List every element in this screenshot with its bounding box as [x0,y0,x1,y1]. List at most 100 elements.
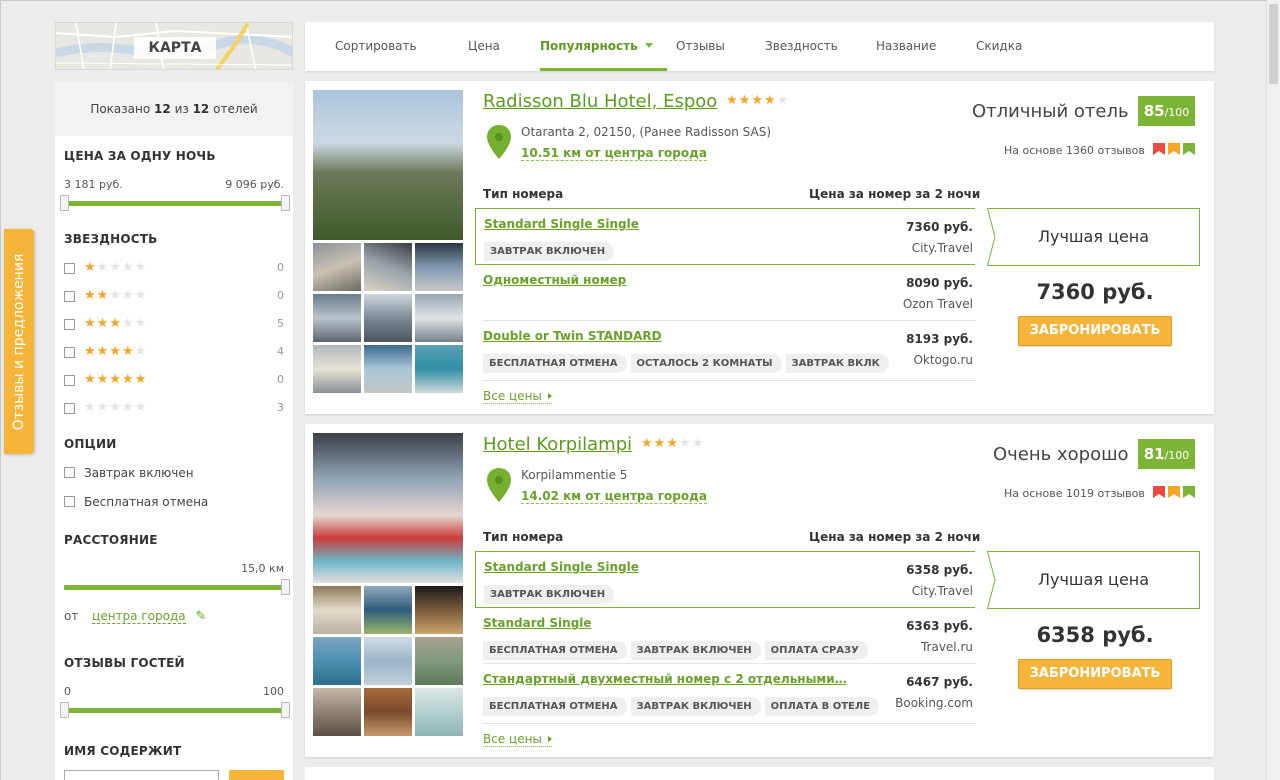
reviews-slider[interactable] [60,702,290,718]
sort-by-price[interactable]: Цена [468,39,500,53]
star-filter-row[interactable]: ★★★★★ 0 [64,288,284,305]
room-provider[interactable]: City.Travel [912,584,973,598]
reviews-based-on[interactable]: На основе 1019 отзывов [1004,487,1145,500]
price-slider[interactable] [60,195,290,211]
sort-by-popularity[interactable]: Популярность [540,39,667,71]
best-price-value: 6358 руб. [1036,623,1154,647]
hotel-thumbnail[interactable] [415,586,463,634]
room-offer-row[interactable]: Double or Twin STANDARD БЕСПЛАТНАЯ ОТМЕНА… [475,321,975,381]
hotel-thumbnail[interactable] [364,294,412,342]
shown-count: 12 [154,102,171,116]
room-type-header: Тип номера [483,530,564,544]
book-button[interactable]: ЗАБРОНИРОВАТЬ [1018,316,1172,346]
hotel-thumbnail[interactable] [313,688,361,736]
hotel-thumbnail[interactable] [313,294,361,342]
room-provider[interactable]: Travel.ru [921,640,973,654]
option-breakfast-checkbox[interactable] [64,467,75,478]
room-offer-row[interactable]: Одноместный номер 8090 руб. Ozon Travel [475,265,975,321]
room-offer-row[interactable]: Стандартный двухместный номер с 2 отдель… [475,664,975,724]
star-filter-checkbox[interactable] [64,347,75,358]
hotel-thumbnail[interactable] [364,688,412,736]
star-filter-checkbox[interactable] [64,403,75,414]
star-filter-checkbox[interactable] [64,319,75,330]
room-name-link[interactable]: Стандартный двухместный номер с 2 отдель… [483,672,847,686]
star-filter-checkbox[interactable] [64,375,75,386]
hotel-thumbnail[interactable] [313,243,361,291]
hotel-thumbnail[interactable] [313,345,361,393]
sort-by-discount[interactable]: Скидка [976,39,1022,53]
orange-flag-icon [1168,486,1180,498]
star-filter-checkbox[interactable] [64,291,75,302]
room-name-link[interactable]: Standard Single Single [484,217,639,231]
star-filter-row[interactable]: ★★★★★ 0 [64,260,284,277]
vertical-scrollbar[interactable] [1266,0,1280,780]
location-pin-icon [487,125,511,159]
room-offer-row[interactable]: Standard Single БЕСПЛАТНАЯ ОТМЕНА ЗАВТРАК … [475,608,975,664]
hotel-distance[interactable]: 14.02 км от центра города [521,489,707,504]
hotel-main-photo[interactable] [313,433,463,583]
hotel-thumbnail[interactable] [364,243,412,291]
room-offer-row[interactable]: Standard Single Single ЗАВТРАК ВКЛЮЧЕН 635… [475,551,975,608]
room-name-link[interactable]: Одноместный номер [483,273,626,287]
price-slider-min-handle[interactable] [60,195,69,211]
hotel-thumbnail[interactable] [364,586,412,634]
option-free-cancel-checkbox[interactable] [64,496,75,507]
hotel-thumbnail[interactable] [415,345,463,393]
hotel-thumbnail[interactable] [364,637,412,685]
room-name-link[interactable]: Standard Single Single [484,560,639,574]
reviews-based-on[interactable]: На основе 1360 отзывов [1004,144,1145,157]
room-type-header: Тип номера [483,187,564,201]
hotel-main-photo[interactable] [313,90,463,240]
star-filter-row[interactable]: ★★★★★ 3 [64,400,284,417]
hotel-thumbnail[interactable] [313,637,361,685]
sort-by-name[interactable]: Название [876,39,936,53]
pencil-icon[interactable]: ✎ [195,609,206,624]
reviews-slider-min-handle[interactable] [60,702,69,718]
map-preview[interactable]: КАРТА [55,22,293,70]
hotel-thumbnail[interactable] [415,243,463,291]
hotel-name-link[interactable]: Radisson Blu Hotel, Espoo [483,91,717,112]
room-name-link[interactable]: Double or Twin STANDARD [483,329,662,343]
reviews-range-labels: 0 100 [64,685,284,698]
rating-text: Очень хорошо [993,444,1129,465]
all-prices-link[interactable]: Все цены [483,389,552,404]
option-free-cancel[interactable]: Бесплатная отмена [64,495,208,509]
hotel-name-link[interactable]: Hotel Korpilampi [483,434,632,455]
star-filter-row[interactable]: ★★★★★ 5 [64,316,284,333]
feedback-side-tab[interactable]: Отзывы и предложения [4,229,34,454]
distance-slider[interactable] [64,579,290,595]
room-provider[interactable]: Booking.com [895,696,973,710]
distance-from-link[interactable]: центра города [92,609,186,624]
reviews-slider-max-handle[interactable] [281,702,290,718]
star-icon: ★ [691,436,705,451]
price-slider-max-handle[interactable] [281,195,290,211]
hotel-distance[interactable]: 10.51 км от центра города [521,146,707,161]
room-provider[interactable]: Oktogo.ru [913,353,973,367]
room-offer-row[interactable]: Standard Single Single ЗАВТРАК ВКЛЮЧЕН 736… [475,208,975,265]
sort-by-reviews[interactable]: Отзывы [676,39,725,53]
book-button[interactable]: ЗАБРОНИРОВАТЬ [1018,659,1172,689]
all-prices-link[interactable]: Все цены [483,732,552,747]
hotel-thumbnail[interactable] [313,586,361,634]
distance-slider-handle[interactable] [281,579,290,595]
star-icon: ★ [84,344,97,359]
green-flag-icon [1183,486,1195,498]
room-tag: ЗАВТРАК ВКЛЮЧЕН [484,242,615,261]
red-flag-icon [1153,143,1165,155]
hotel-thumbnail[interactable] [364,345,412,393]
hotel-name-input[interactable] [64,770,219,780]
room-name-link[interactable]: Standard Single [483,616,592,630]
hotel-thumbnail[interactable] [415,294,463,342]
sort-by-stars[interactable]: Звездность [765,39,838,53]
room-tag: ЗАВТРАК ВКЛЮЧЕН [630,697,761,716]
star-filter-checkbox[interactable] [64,263,75,274]
star-filter-row[interactable]: ★★★★★ 4 [64,344,284,361]
hotel-thumbnail[interactable] [415,637,463,685]
hotel-name-search-button[interactable] [229,770,284,780]
hotel-thumbnail[interactable] [415,688,463,736]
room-provider[interactable]: Ozon Travel [903,297,973,311]
scrollbar-thumb[interactable] [1269,4,1278,84]
star-filter-row[interactable]: ★★★★★ 0 [64,372,284,389]
option-breakfast[interactable]: Завтрак включен [64,466,194,480]
room-provider[interactable]: City.Travel [912,241,973,255]
